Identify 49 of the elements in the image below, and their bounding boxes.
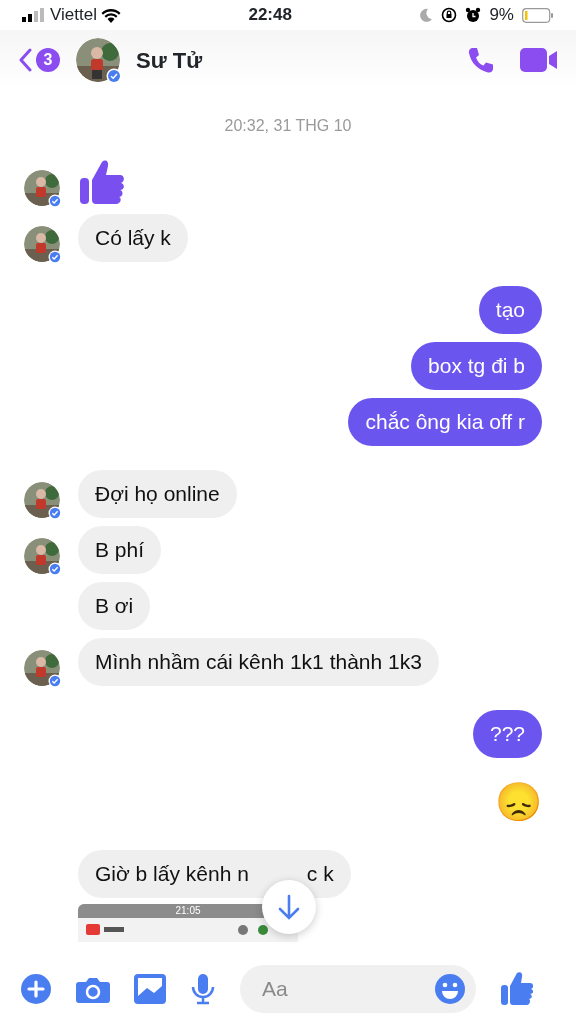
message-bubble: B phí bbox=[78, 526, 162, 574]
like-icon bbox=[500, 971, 534, 1007]
message-input[interactable]: Aa bbox=[240, 965, 476, 1013]
unread-count: 3 bbox=[36, 48, 60, 72]
microphone-icon bbox=[190, 973, 216, 1005]
message-bubble: B ơi bbox=[78, 582, 151, 630]
carrier-name: Viettel bbox=[50, 4, 97, 27]
photo-icon bbox=[134, 974, 166, 1004]
emoji-button[interactable] bbox=[434, 973, 466, 1005]
verified-badge-icon bbox=[48, 562, 62, 576]
message-bubble: box tg đi b bbox=[411, 342, 542, 390]
phone-icon bbox=[466, 45, 496, 75]
verified-badge-icon bbox=[48, 506, 62, 520]
message-text: c k bbox=[306, 861, 334, 887]
add-button[interactable] bbox=[20, 973, 52, 1005]
verified-badge-icon bbox=[48, 674, 62, 688]
verified-badge-icon bbox=[48, 250, 62, 264]
moon-icon bbox=[419, 8, 434, 22]
call-button[interactable] bbox=[466, 45, 496, 75]
chevron-icon bbox=[18, 48, 32, 72]
photo-button[interactable] bbox=[134, 974, 166, 1004]
message-bubble: Mình nhầm cái kênh 1k1 thành 1k3 bbox=[78, 638, 439, 686]
battery-icon bbox=[522, 7, 554, 23]
back-button[interactable]: 3 bbox=[18, 48, 60, 72]
alarm-icon bbox=[465, 7, 482, 23]
rotation-lock-icon bbox=[441, 7, 458, 23]
message-bubble: Có lấy k bbox=[78, 214, 188, 262]
message-timestamp: 20:32, 31 THG 10 bbox=[223, 116, 353, 136]
arrow-down-icon bbox=[277, 894, 301, 920]
verified-badge-icon bbox=[48, 194, 62, 208]
thumbs-up-icon bbox=[78, 158, 126, 206]
battery-percent: 9% bbox=[489, 4, 514, 27]
video-call-button[interactable] bbox=[520, 47, 558, 73]
message-bubble: tạo bbox=[478, 286, 542, 334]
like-button[interactable] bbox=[500, 971, 534, 1007]
microphone-button[interactable] bbox=[190, 973, 216, 1005]
verified-badge-icon bbox=[106, 68, 122, 84]
message-bubble: ??? bbox=[472, 710, 542, 758]
message-text: Giờ b lấy kênh n bbox=[95, 861, 249, 887]
clock-time: 22:48 bbox=[248, 4, 292, 27]
add-icon bbox=[20, 973, 52, 1005]
signal-icon bbox=[22, 8, 46, 22]
wifi-icon bbox=[100, 7, 121, 23]
video-camera-icon bbox=[520, 47, 558, 73]
emoji: 😞 bbox=[495, 780, 542, 825]
emoji-icon bbox=[434, 973, 466, 1005]
message-bubble: Đợi họ online bbox=[78, 470, 237, 518]
message-bubble: chắc ông kia off r bbox=[348, 398, 542, 446]
contact-name: Sư Tử bbox=[136, 46, 203, 75]
